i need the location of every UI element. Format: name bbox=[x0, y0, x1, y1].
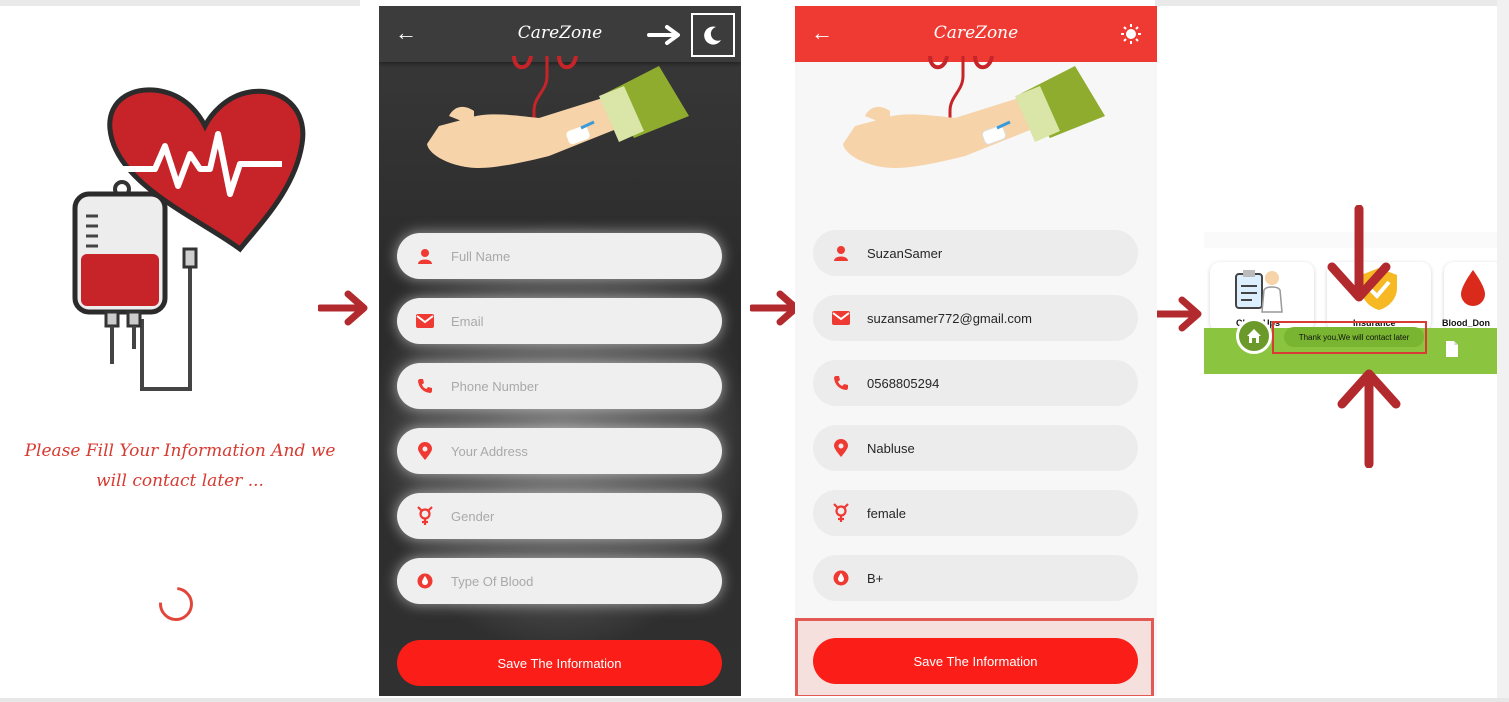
address-value: Nabluse bbox=[867, 440, 915, 456]
phone-field[interactable]: 0568805294 bbox=[813, 360, 1138, 406]
address-field[interactable]: Your Address bbox=[397, 428, 722, 474]
app-bar: ← CareZone bbox=[795, 6, 1157, 62]
blood-type-value: B+ bbox=[867, 570, 884, 586]
light-form-screen: ← CareZone SuzanSamer suzansamer772@gmai… bbox=[795, 6, 1157, 696]
gender-field[interactable]: Gender bbox=[397, 493, 722, 539]
donation-arm-illustration bbox=[843, 56, 1105, 168]
arrow-up-icon bbox=[1337, 369, 1401, 468]
card-blood-donation[interactable]: Blood_Don bbox=[1442, 262, 1497, 332]
app-title: CareZone bbox=[517, 23, 603, 43]
document-icon[interactable] bbox=[1444, 340, 1460, 358]
gender-icon bbox=[831, 503, 851, 523]
arrow-right-icon bbox=[647, 25, 680, 45]
phone-icon bbox=[415, 376, 435, 396]
clipboard-doctor-icon bbox=[1235, 270, 1283, 313]
sun-icon[interactable] bbox=[1109, 12, 1153, 56]
full-name-field[interactable]: SuzanSamer bbox=[813, 230, 1138, 276]
email-value: suzansamer772@gmail.com bbox=[867, 310, 1032, 326]
toast-highlight-box bbox=[1272, 321, 1427, 354]
blood-type-field[interactable]: Type Of Blood bbox=[397, 558, 722, 604]
splash-screen: Please Fill Your Information And we will… bbox=[0, 6, 360, 698]
full-name-placeholder: Full Name bbox=[451, 248, 511, 264]
blood-drop-icon bbox=[1461, 270, 1485, 306]
phone-value: 0568805294 bbox=[867, 375, 940, 391]
person-icon bbox=[831, 243, 851, 263]
arrow-down-icon bbox=[1327, 205, 1391, 302]
email-placeholder: Email bbox=[451, 313, 484, 329]
email-field[interactable]: suzansamer772@gmail.com bbox=[813, 295, 1138, 341]
phone-placeholder: Phone Number bbox=[451, 378, 539, 394]
gender-icon bbox=[415, 506, 435, 526]
moon-icon[interactable] bbox=[691, 13, 735, 57]
blood-type-placeholder: Type Of Blood bbox=[451, 573, 534, 589]
home-icon[interactable] bbox=[1236, 318, 1272, 354]
email-icon bbox=[831, 308, 851, 328]
location-pin-icon bbox=[831, 438, 851, 458]
blood-drop-icon bbox=[415, 571, 435, 591]
screenshot-stage: Please Fill Your Information And we will… bbox=[0, 0, 1509, 702]
right-edge bbox=[1497, 0, 1509, 702]
gender-placeholder: Gender bbox=[451, 508, 495, 524]
phone-icon bbox=[831, 373, 851, 393]
blood-bag-heart-illustration bbox=[72, 87, 306, 391]
address-placeholder: Your Address bbox=[451, 443, 528, 459]
arrow-right-icon bbox=[1152, 296, 1202, 332]
bottom-divider bbox=[0, 698, 1509, 702]
app-bar: ← CareZone bbox=[379, 6, 741, 62]
dark-form-screen: ← CareZone Full Name Email Phone Number … bbox=[379, 6, 741, 696]
full-name-field[interactable]: Full Name bbox=[397, 233, 722, 279]
save-button[interactable]: Save The Information bbox=[813, 638, 1138, 684]
splash-message: Please Fill Your Information And we will… bbox=[24, 441, 336, 491]
loading-spinner bbox=[152, 580, 200, 628]
card-label: Blood_Don bbox=[1442, 318, 1490, 328]
save-button[interactable]: Save The Information bbox=[397, 640, 722, 686]
donation-arm-illustration bbox=[427, 56, 689, 168]
blood-drop-icon bbox=[831, 568, 851, 588]
email-field[interactable]: Email bbox=[397, 298, 722, 344]
phone-field[interactable]: Phone Number bbox=[397, 363, 722, 409]
blood-type-field[interactable]: B+ bbox=[813, 555, 1138, 601]
gender-value: female bbox=[867, 505, 907, 521]
arrow-right-icon bbox=[318, 290, 368, 326]
person-icon bbox=[415, 246, 435, 266]
gender-field[interactable]: female bbox=[813, 490, 1138, 536]
address-field[interactable]: Nabluse bbox=[813, 425, 1138, 471]
top-divider bbox=[1155, 0, 1509, 6]
app-title: CareZone bbox=[933, 23, 1019, 43]
location-pin-icon bbox=[415, 441, 435, 461]
full-name-value: SuzanSamer bbox=[867, 245, 943, 261]
email-icon bbox=[415, 311, 435, 331]
